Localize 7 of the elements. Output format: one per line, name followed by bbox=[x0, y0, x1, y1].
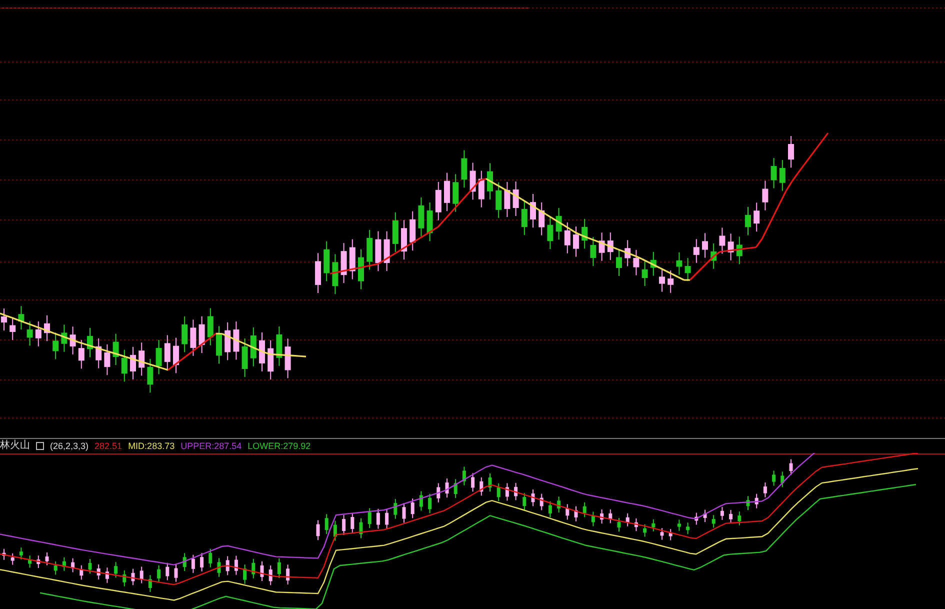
indicator-name: 林火山 bbox=[0, 441, 30, 451]
indicator-reading: LOWER:279.92 bbox=[248, 442, 311, 450]
indicator-params: (26,2,3,3) bbox=[50, 442, 89, 450]
indicator-reading: MID:283.73 bbox=[128, 442, 175, 450]
indicator-reading: UPPER:287.54 bbox=[180, 442, 242, 450]
indicator-reading: 282.51 bbox=[94, 442, 122, 450]
toggle-icon[interactable] bbox=[36, 442, 44, 450]
